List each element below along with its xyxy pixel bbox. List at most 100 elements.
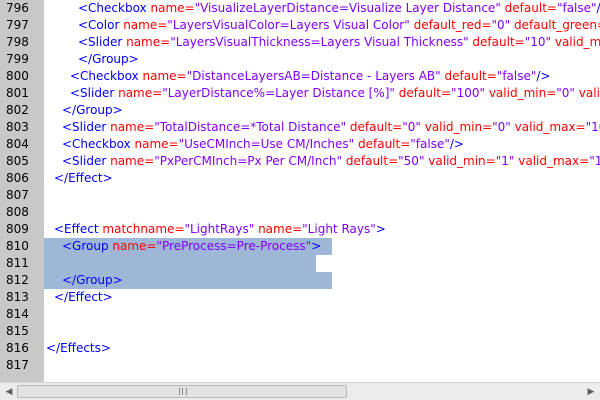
horizontal-scrollbar[interactable]: ◀ ▶ [0, 382, 600, 400]
code-token: /> [597, 1, 600, 15]
code-token: default= [358, 137, 411, 151]
code-token: <Checkbox [70, 69, 143, 83]
code-text: </Group> [44, 102, 123, 119]
code-token: name= [118, 86, 163, 100]
code-token: <Group [62, 239, 113, 253]
code-token: default= [504, 1, 557, 15]
arrow-left-icon[interactable]: ◀ [1, 384, 17, 399]
code-token: "LayersVisualColor=Layers Visual Color" [167, 18, 410, 32]
code-token: default= [444, 69, 497, 83]
code-token: name= [150, 1, 195, 15]
selected-code-text: </Group> [44, 272, 332, 289]
code-token: "0" [402, 120, 421, 134]
line-number: 815 [6, 324, 29, 338]
code-token: "Light Rays" [302, 222, 376, 236]
code-text: <Color name="LayersVisualColor=Layers Vi… [44, 17, 600, 34]
code-token: <Checkbox [62, 137, 135, 151]
line-number: 800 [6, 69, 29, 83]
code-token: </Group> [62, 273, 123, 287]
code-token: "VisualizeLayerDistance=Visualize Layer … [194, 1, 501, 15]
code-token: "TotalDistance=*Total Distance" [154, 120, 347, 134]
code-token: "10000" [589, 154, 600, 168]
code-text: <Slider name="LayersVisualThickness=Laye… [44, 34, 600, 51]
code-token: valid_min= [488, 86, 557, 100]
code-token: </Effect> [54, 290, 113, 304]
code-token: "0" [492, 120, 511, 134]
code-token: name= [110, 120, 155, 134]
code-token: default= [345, 154, 399, 168]
code-token: valid_min= [554, 35, 600, 49]
code-token: > [311, 239, 322, 253]
line-number: 807 [6, 188, 29, 202]
line-number: 810 [6, 239, 29, 253]
code-token: "LayerDistance%=Layer Distance [%]" [162, 86, 395, 100]
code-token: valid_max [578, 86, 600, 100]
code-text: <Slider name="LayerDistance%=Layer Dista… [44, 85, 600, 102]
code-token: > [375, 222, 386, 236]
code-token: default= [472, 35, 525, 49]
line-number: 804 [6, 137, 29, 151]
code-token: "0" [491, 18, 511, 32]
code-text: <Checkbox name="VisualizeLayerDistance=V… [44, 0, 600, 17]
arrow-right-icon[interactable]: ▶ [583, 384, 599, 399]
code-token: "PreProcess=Pre-Process" [156, 239, 312, 253]
line-number: 799 [6, 52, 29, 66]
line-number: 797 [6, 18, 29, 32]
code-text: </Effects> [44, 340, 111, 357]
line-number: 814 [6, 307, 29, 321]
line-number: 809 [6, 222, 29, 236]
code-token: "false" [556, 1, 597, 15]
code-token: valid_max= [514, 120, 586, 134]
line-number: 812 [6, 273, 29, 287]
code-token: valid_max= [518, 154, 590, 168]
line-number: 801 [6, 86, 29, 100]
code-text: </Effect> [44, 289, 113, 306]
code-token: <Slider [62, 120, 111, 134]
code-token: default_red= [413, 18, 492, 32]
line-number: 811 [6, 256, 29, 270]
code-token: "LightRays" [184, 222, 255, 236]
code-text: <Slider name="PxPerCMInch=Px Per CM/Inch… [44, 153, 600, 170]
code-token: "DistanceLayersAB=Distance - Layers AB" [186, 69, 441, 83]
grip-icon [179, 388, 187, 395]
code-token: default_green= [514, 18, 600, 32]
code-token: "100" [451, 86, 485, 100]
code-token: "100000 [585, 120, 600, 134]
code-token: <Color [78, 18, 124, 32]
code-token: </Group> [62, 103, 123, 117]
code-token: </Group> [78, 52, 139, 66]
code-editor[interactable]: <Checkbox name="VisualizeLayerDistance=V… [44, 0, 600, 382]
code-token: default= [349, 120, 403, 134]
code-token: name= [126, 35, 171, 49]
code-token: "10" [524, 35, 552, 49]
code-token: name= [110, 154, 155, 168]
code-token: /> [536, 69, 551, 83]
code-token: </Effect> [54, 171, 113, 185]
code-token: <Slider [62, 154, 111, 168]
code-token: name= [123, 18, 168, 32]
selected-code-text: <Group name="PreProcess=Pre-Process"> [44, 238, 332, 255]
code-token: "false" [496, 69, 537, 83]
scrollbar-thumb[interactable] [17, 385, 347, 398]
code-token: name= [258, 222, 303, 236]
line-number: 808 [6, 205, 29, 219]
code-token: valid_min= [424, 120, 493, 134]
code-token: name= [134, 137, 179, 151]
code-token: valid_min= [428, 154, 496, 168]
line-number: 813 [6, 290, 29, 304]
line-number: 802 [6, 103, 29, 117]
code-token: "PxPerCMInch=Px Per CM/Inch" [154, 154, 343, 168]
code-token: "LayersVisualThickness=Layers Visual Thi… [170, 35, 469, 49]
selected-code-text [44, 255, 316, 272]
code-token: "1" [495, 154, 515, 168]
code-text: <Slider name="TotalDistance=*Total Dista… [44, 119, 600, 136]
code-text: <Checkbox name="UseCMInch=Use CM/Inches"… [44, 136, 464, 153]
code-token: <Slider [78, 35, 127, 49]
line-number: 803 [6, 120, 29, 134]
code-text: <Checkbox name="DistanceLayersAB=Distanc… [44, 68, 551, 85]
code-token: </Effects> [46, 341, 111, 355]
line-number: 796 [6, 1, 29, 15]
code-text: <Effect matchname="LightRays" name="Ligh… [44, 221, 386, 238]
code-text: </Effect> [44, 170, 113, 187]
code-token: matchname= [102, 222, 185, 236]
